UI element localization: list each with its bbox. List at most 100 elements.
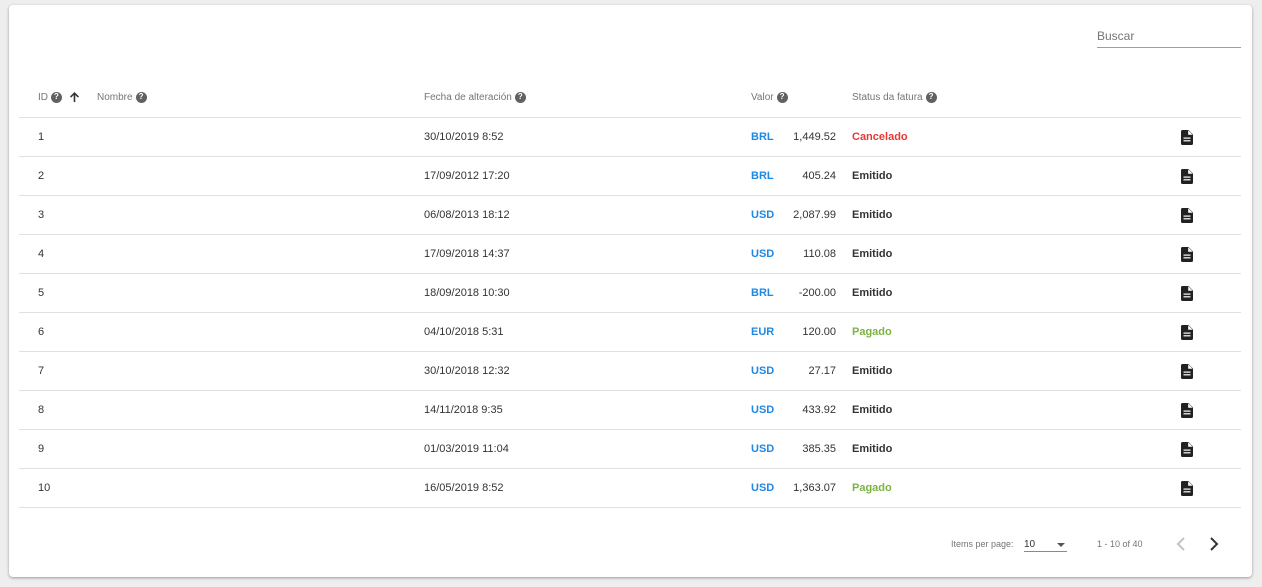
- document-button[interactable]: [1181, 274, 1193, 312]
- row-id: 4: [38, 248, 45, 260]
- column-header-value-label: Valor: [751, 91, 774, 103]
- row-date: 04/10/2018 5:31: [424, 326, 504, 338]
- table-row[interactable]: 9 01/03/2019 11:04 USD 385.35 Emitido: [19, 430, 1241, 469]
- column-header-value[interactable]: Valor ?: [751, 77, 788, 117]
- help-icon[interactable]: ?: [776, 91, 788, 103]
- next-page-button[interactable]: [1202, 532, 1226, 556]
- row-value: 433.92: [802, 404, 836, 416]
- row-id: 10: [38, 482, 51, 494]
- row-status: Pagado: [852, 326, 892, 338]
- row-currency: USD: [751, 443, 775, 455]
- column-header-id-label: ID: [38, 91, 48, 103]
- document-button[interactable]: [1181, 391, 1193, 429]
- row-date: 17/09/2018 14:37: [424, 248, 510, 260]
- row-currency: USD: [751, 248, 775, 260]
- help-icon[interactable]: ?: [514, 91, 526, 103]
- document-button[interactable]: [1181, 118, 1193, 156]
- row-currency: BRL: [751, 287, 774, 299]
- column-header-status[interactable]: Status da fatura ?: [852, 77, 937, 117]
- row-value: -200.00: [798, 287, 836, 299]
- document-icon: [1181, 324, 1193, 340]
- row-date: 16/05/2019 8:52: [424, 482, 504, 494]
- help-icon[interactable]: ?: [135, 91, 147, 103]
- document-button[interactable]: [1181, 352, 1193, 390]
- paginator: Items per page: 10 1 - 10 of 40: [9, 530, 1252, 560]
- document-icon: [1181, 402, 1193, 418]
- row-id: 2: [38, 170, 45, 182]
- column-header-date[interactable]: Fecha de alteración ?: [424, 77, 526, 117]
- document-icon: [1181, 207, 1193, 223]
- row-value: 385.35: [802, 443, 836, 455]
- document-button[interactable]: [1181, 469, 1193, 507]
- column-header-name[interactable]: Nombre ?: [97, 77, 147, 117]
- row-value: 27.17: [808, 365, 836, 377]
- row-currency: USD: [751, 404, 775, 416]
- document-icon: [1181, 129, 1193, 145]
- row-status: Pagado: [852, 482, 892, 494]
- row-status: Emitido: [852, 248, 893, 260]
- column-header-id[interactable]: ID ?: [38, 77, 79, 117]
- chevron-left-icon: [1176, 537, 1185, 551]
- arrow-up-icon: [70, 92, 79, 102]
- row-id: 5: [38, 287, 45, 299]
- row-currency: USD: [751, 365, 775, 377]
- page-size-value: 10: [1024, 539, 1036, 550]
- column-header-status-label: Status da fatura: [852, 91, 923, 103]
- document-button[interactable]: [1181, 313, 1193, 351]
- document-button[interactable]: [1181, 157, 1193, 195]
- document-button[interactable]: [1181, 196, 1193, 234]
- row-id: 8: [38, 404, 45, 416]
- caret-down-icon: [1057, 543, 1065, 547]
- document-button[interactable]: [1181, 430, 1193, 468]
- row-value: 1,363.07: [793, 482, 836, 494]
- row-status: Cancelado: [852, 131, 908, 143]
- row-id: 7: [38, 365, 45, 377]
- row-status: Emitido: [852, 404, 893, 416]
- row-date: 30/10/2018 12:32: [424, 365, 510, 377]
- column-header-date-label: Fecha de alteración: [424, 91, 512, 103]
- help-icon[interactable]: ?: [51, 91, 62, 103]
- help-icon[interactable]: ?: [925, 91, 937, 103]
- table-row[interactable]: 6 04/10/2018 5:31 EUR 120.00 Pagado: [19, 313, 1241, 352]
- row-status: Emitido: [852, 365, 893, 377]
- search-field[interactable]: [1097, 27, 1241, 48]
- row-status: Emitido: [852, 170, 893, 182]
- items-per-page-label: Items per page:: [951, 539, 1014, 549]
- column-header-name-label: Nombre: [97, 91, 133, 103]
- table-row[interactable]: 3 06/08/2013 18:12 USD 2,087.99 Emitido: [19, 196, 1241, 235]
- row-currency: USD: [751, 209, 775, 221]
- chevron-right-icon: [1210, 537, 1219, 551]
- table-row[interactable]: 10 16/05/2019 8:52 USD 1,363.07 Pagado: [19, 469, 1241, 508]
- row-id: 6: [38, 326, 45, 338]
- row-currency: BRL: [751, 131, 774, 143]
- row-value: 110.08: [803, 248, 836, 260]
- table-row[interactable]: 2 17/09/2012 17:20 BRL 405.24 Emitido: [19, 157, 1241, 196]
- table-header: ID ? Nombre ? Fecha de alteración ? Valo…: [19, 77, 1241, 118]
- document-icon: [1181, 480, 1193, 496]
- row-currency: EUR: [751, 326, 775, 338]
- invoice-table: ID ? Nombre ? Fecha de alteración ? Valo…: [19, 77, 1241, 508]
- row-value: 1,449.52: [793, 131, 836, 143]
- previous-page-button[interactable]: [1169, 532, 1193, 556]
- table-row[interactable]: 1 30/10/2019 8:52 BRL 1,449.52 Cancelado: [19, 118, 1241, 157]
- page-range-label: 1 - 10 of 40: [1097, 539, 1143, 549]
- document-icon: [1181, 285, 1193, 301]
- table-body: 1 30/10/2019 8:52 BRL 1,449.52 Cancelado…: [19, 118, 1241, 508]
- table-row[interactable]: 8 14/11/2018 9:35 USD 433.92 Emitido: [19, 391, 1241, 430]
- row-status: Emitido: [852, 443, 893, 455]
- table-row[interactable]: 5 18/09/2018 10:30 BRL -200.00 Emitido: [19, 274, 1241, 313]
- invoice-card: ID ? Nombre ? Fecha de alteración ? Valo…: [9, 5, 1252, 577]
- document-button[interactable]: [1181, 235, 1193, 273]
- search-input[interactable]: [1097, 27, 1241, 45]
- row-id: 1: [38, 131, 45, 143]
- page-size-select[interactable]: 10: [1024, 533, 1067, 552]
- row-status: Emitido: [852, 209, 893, 221]
- table-row[interactable]: 7 30/10/2018 12:32 USD 27.17 Emitido: [19, 352, 1241, 391]
- table-row[interactable]: 4 17/09/2018 14:37 USD 110.08 Emitido: [19, 235, 1241, 274]
- document-icon: [1181, 168, 1193, 184]
- row-id: 9: [38, 443, 45, 455]
- row-date: 06/08/2013 18:12: [424, 209, 510, 221]
- row-value: 405.24: [802, 170, 836, 182]
- row-date: 18/09/2018 10:30: [424, 287, 510, 299]
- row-date: 17/09/2012 17:20: [424, 170, 510, 182]
